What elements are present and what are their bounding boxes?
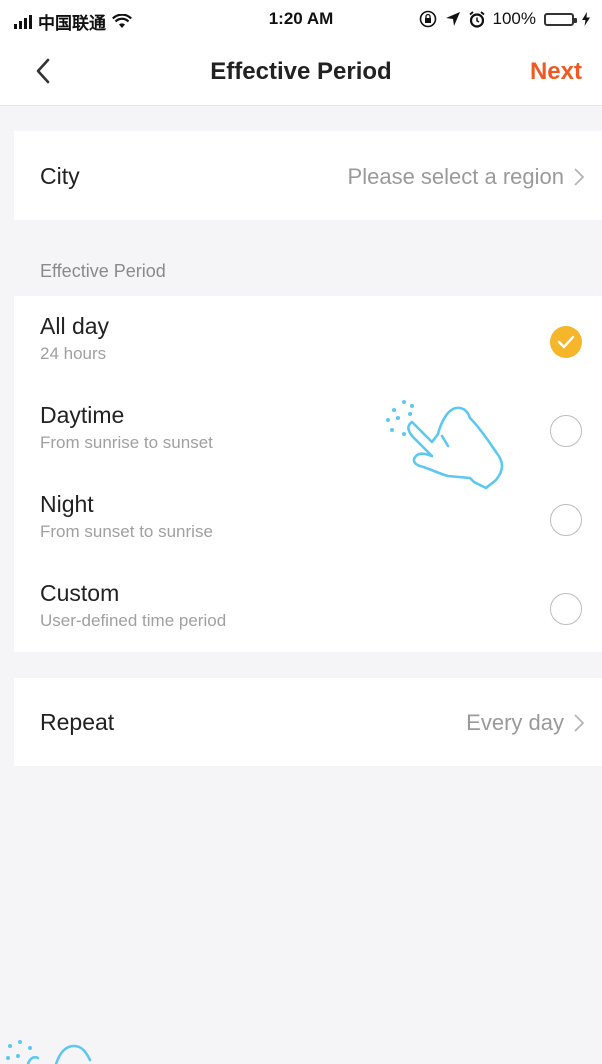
option-daytime[interactable]: Daytime From sunrise to sunset <box>14 385 602 474</box>
checkmark-icon[interactable] <box>550 326 582 358</box>
option-subtitle: From sunset to sunrise <box>40 522 213 541</box>
option-title: Night <box>40 491 94 517</box>
option-night[interactable]: Night From sunset to sunrise <box>14 474 602 563</box>
status-bar: 中国联通 1:20 AM 100% <box>0 0 602 40</box>
status-right: 100% <box>419 9 590 29</box>
battery-icon <box>544 12 577 26</box>
option-custom[interactable]: Custom User-defined time period <box>14 563 602 652</box>
repeat-value: Every day <box>466 710 564 735</box>
option-title: Daytime <box>40 402 125 428</box>
repeat-row[interactable]: Repeat Every day <box>14 678 602 766</box>
location-icon <box>445 12 460 26</box>
radio-circle-icon[interactable] <box>550 504 582 536</box>
section-header: Effective Period <box>40 261 166 281</box>
option-all-day[interactable]: All day 24 hours <box>14 296 602 385</box>
option-subtitle: User-defined time period <box>40 611 227 630</box>
page-title: Effective Period <box>210 58 392 85</box>
city-value: Please select a region <box>347 164 564 189</box>
alarm-icon <box>468 10 485 28</box>
repeat-label: Repeat <box>40 709 115 735</box>
option-subtitle: 24 hours <box>40 344 107 363</box>
chevron-right-icon <box>574 714 585 732</box>
orientation-lock-icon <box>419 10 436 28</box>
option-title: All day <box>40 313 110 339</box>
city-label: City <box>40 163 80 189</box>
empty-area <box>14 766 602 1064</box>
radio-circle-icon[interactable] <box>550 593 582 625</box>
navigation-bar: Effective Period Next <box>0 40 602 106</box>
next-button[interactable]: Next <box>530 58 582 86</box>
option-subtitle: From sunrise to sunset <box>40 433 213 452</box>
city-row[interactable]: City Please select a region <box>14 131 602 220</box>
battery-percent: 100% <box>492 9 536 28</box>
charging-icon <box>582 12 590 26</box>
radio-circle-icon[interactable] <box>550 415 582 447</box>
chevron-right-icon <box>574 168 585 186</box>
option-title: Custom <box>40 580 120 606</box>
period-options-list: All day 24 hours Daytime From sunrise to… <box>14 296 602 652</box>
